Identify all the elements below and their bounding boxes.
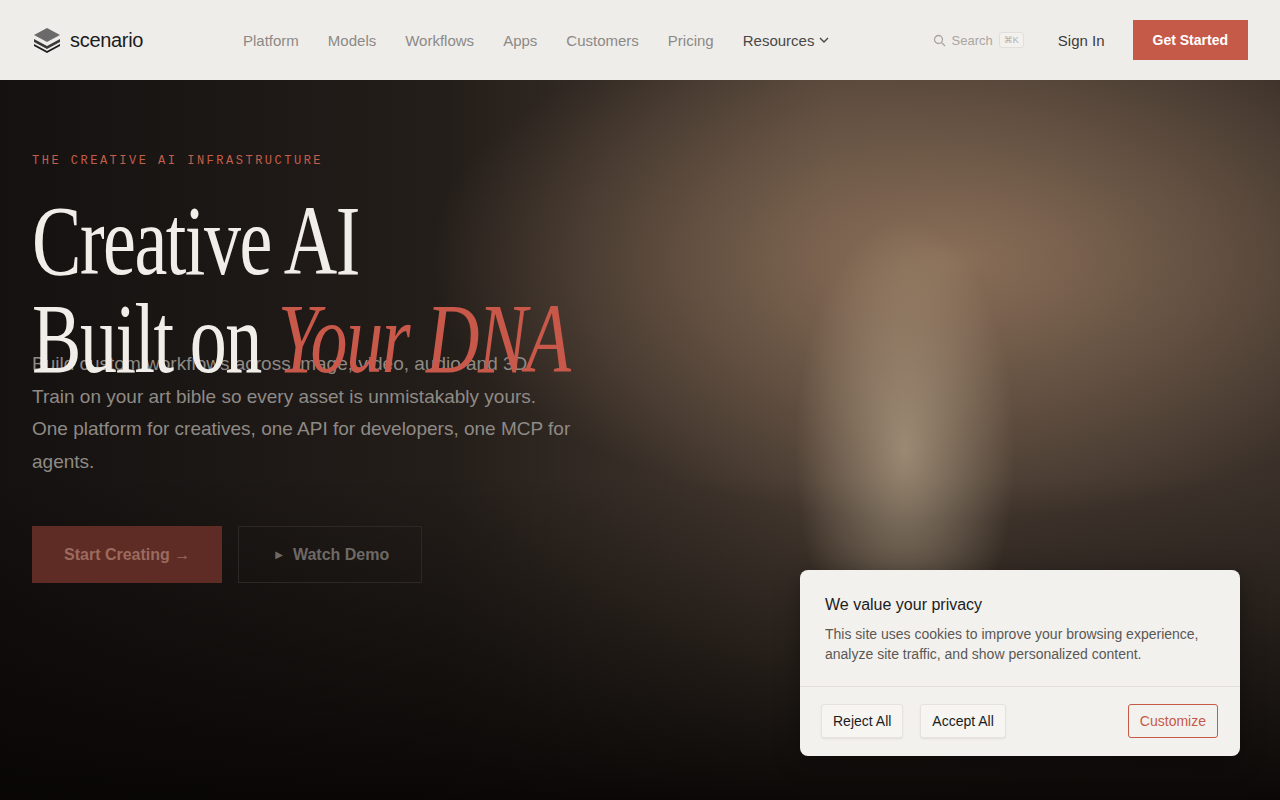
cookie-button[interactable]: Customize [1128, 704, 1218, 738]
nav-item[interactable]: Workflows [405, 32, 474, 49]
nav-label: Platform [243, 32, 299, 49]
nav-label: Customers [566, 32, 639, 49]
cookie-banner: We value your privacy This site uses cook… [800, 570, 1240, 756]
title-accent: Your DNA [278, 283, 570, 394]
start-creating-button[interactable]: Start Creating → [32, 526, 222, 583]
nav-item[interactable]: Apps [503, 32, 537, 49]
hero-title: Creative AIBuilt on Your DNA [32, 192, 932, 388]
nav-item[interactable]: Models [328, 32, 376, 49]
chevron-down-icon [818, 34, 830, 46]
cookie-button[interactable]: Accept All [920, 704, 1005, 738]
hero-content: THE CREATIVE AI INFRASTRUCTURE Creative A… [32, 154, 1248, 583]
cookie-title: We value your privacy [825, 596, 1215, 614]
logo-icon [32, 25, 62, 55]
play-icon: ▶ [275, 549, 283, 560]
nav-label: Resources [743, 32, 815, 49]
shortcut-key: ⌘K [999, 32, 1024, 48]
search-label: Search [952, 33, 993, 48]
nav-item[interactable]: Platform [243, 32, 299, 49]
nav-label: Apps [503, 32, 537, 49]
nav-item[interactable]: Pricing [668, 32, 714, 49]
search-button[interactable]: Search ⌘K [933, 32, 1024, 48]
nav-item[interactable]: Customers [566, 32, 639, 49]
nav-label: Pricing [668, 32, 714, 49]
nav-item[interactable]: Resources [743, 32, 831, 49]
nav-label: Workflows [405, 32, 474, 49]
cookie-actions: Reject All Accept All Customize [800, 686, 1240, 756]
button-label: Watch Demo [293, 546, 389, 564]
title-line: Creative AI [32, 192, 932, 290]
site-header: scenario Platform Models Workflows Apps Custo… [0, 0, 1280, 80]
nav-label: Models [328, 32, 376, 49]
brand-logo[interactable]: scenario [32, 25, 232, 55]
title-text: Built on [32, 283, 261, 394]
cookie-text: This site uses cookies to improve your b… [825, 624, 1215, 664]
cookie-button[interactable]: Reject All [821, 704, 903, 738]
sign-in-link[interactable]: Sign In [1058, 32, 1105, 49]
eyebrow: THE CREATIVE AI INFRASTRUCTURE [32, 154, 1248, 168]
title-line: Built on Your DNA [32, 290, 932, 388]
search-icon [933, 34, 946, 47]
get-started-button[interactable]: Get Started [1133, 20, 1248, 60]
main-nav: Platform Models Workflows Apps Customers Pric… [243, 32, 830, 49]
brand-name: scenario [70, 29, 143, 52]
button-label: Start Creating → [64, 546, 190, 564]
watch-demo-button[interactable]: ▶ Watch Demo [238, 526, 422, 583]
cookie-body: We value your privacy This site uses cook… [800, 570, 1240, 686]
